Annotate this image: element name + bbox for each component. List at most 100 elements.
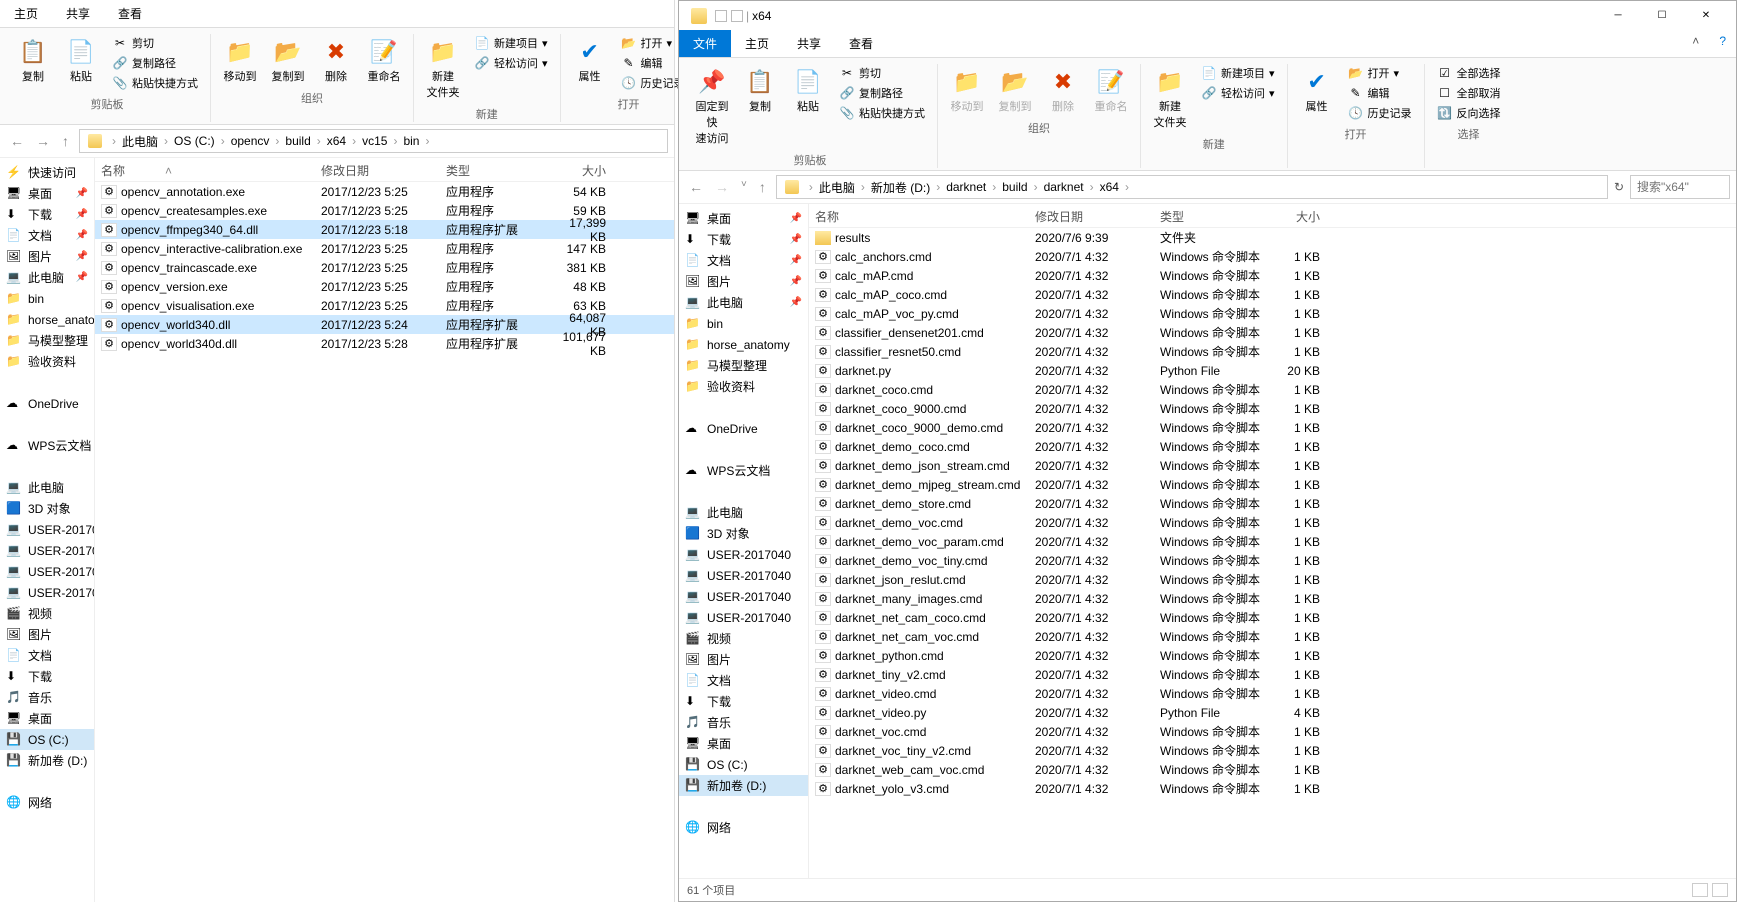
breadcrumb-segment[interactable]: vc15 [362,134,387,148]
file-row[interactable]: ⚙darknet.py2020/7/1 4:32Python File20 KB [809,361,1736,380]
history-button[interactable]: 🕓历史记录 [1344,104,1416,122]
file-row[interactable]: ⚙calc_mAP_voc_py.cmd2020/7/1 4:32Windows… [809,304,1736,323]
file-row[interactable]: ⚙darknet_coco.cmd2020/7/1 4:32Windows 命令… [809,380,1736,399]
paste-shortcut-button[interactable]: 📎粘贴快捷方式 [108,74,202,92]
column-headers[interactable]: 名称 修改日期 类型 大小 [809,204,1736,228]
sidebar-item[interactable] [0,414,94,435]
sidebar-item[interactable]: 🌐网络 [0,792,94,813]
breadcrumb-segment[interactable]: darknet [1044,180,1084,194]
tab-home[interactable]: 主页 [731,30,783,57]
open-button[interactable]: 📂打开 ▾ [1344,64,1416,82]
sidebar-item[interactable]: 💻此电脑📌 [0,267,94,288]
sidebar-item[interactable]: ☁OneDrive [0,393,94,414]
file-row[interactable]: ⚙calc_mAP.cmd2020/7/1 4:32Windows 命令脚本1 … [809,266,1736,285]
breadcrumb-segment[interactable]: bin [403,134,419,148]
pin-button[interactable]: 📌固定到快 速访问 [691,64,733,148]
sidebar-item[interactable]: 📁验收资料 [0,351,94,372]
move-to-button[interactable]: 📁移动到 [946,64,988,116]
right-sidebar[interactable]: 🖥桌面📌⬇下载📌📄文档📌🖼图片📌💻此电脑📌📁bin📁horse_anatomy📁… [679,204,809,878]
new-folder-button[interactable]: 📁新建 文件夹 [422,34,464,102]
file-row[interactable]: ⚙darknet_demo_json_stream.cmd2020/7/1 4:… [809,456,1736,475]
easy-access-button[interactable]: 🔗轻松访问 ▾ [1197,84,1279,102]
invert-select-button[interactable]: 🔃反向选择 [1433,104,1505,122]
delete-button[interactable]: ✖删除 [315,34,357,86]
file-row[interactable]: ⚙classifier_resnet50.cmd2020/7/1 4:32Win… [809,342,1736,361]
breadcrumb-segment[interactable]: darknet [946,180,986,194]
left-sidebar[interactable]: ⚡快速访问🖥桌面📌⬇下载📌📄文档📌🖼图片📌💻此电脑📌📁bin📁horse_ana… [0,158,95,902]
file-row[interactable]: ⚙opencv_annotation.exe2017/12/23 5:25应用程… [95,182,674,201]
up-button[interactable]: ↑ [58,133,73,149]
sidebar-item[interactable]: 📄文档📌 [679,250,808,271]
file-row[interactable]: ⚙darknet_demo_voc_tiny.cmd2020/7/1 4:32W… [809,551,1736,570]
file-row[interactable]: ⚙darknet_coco_9000.cmd2020/7/1 4:32Windo… [809,399,1736,418]
sidebar-item[interactable]: 💾OS (C:) [679,754,808,775]
sidebar-item[interactable]: 💻此电脑 [679,502,808,523]
file-row[interactable]: ⚙darknet_demo_voc_param.cmd2020/7/1 4:32… [809,532,1736,551]
sidebar-item[interactable] [0,372,94,393]
sidebar-item[interactable] [679,397,808,418]
sidebar-item[interactable]: 💻USER-20170403VR [0,540,94,561]
sidebar-item[interactable]: 📁bin [679,313,808,334]
sidebar-item[interactable]: 🖥桌面 [679,733,808,754]
breadcrumb-segment[interactable]: x64 [327,134,346,148]
maximize-button[interactable]: ☐ [1640,1,1684,30]
sidebar-item[interactable]: 🖥桌面📌 [0,183,94,204]
sidebar-item[interactable]: ⬇下载 [679,691,808,712]
file-row[interactable]: ⚙opencv_interactive-calibration.exe2017/… [95,239,674,258]
sidebar-item[interactable] [0,456,94,477]
sidebar-item[interactable]: ☁WPS云文档 [0,435,94,456]
file-row[interactable]: results2020/7/6 9:39文件夹 [809,228,1736,247]
file-row[interactable]: ⚙opencv_traincascade.exe2017/12/23 5:25应… [95,258,674,277]
breadcrumb[interactable]: ›此电脑›新加卷 (D:)›darknet›build›darknet›x64› [776,175,1608,199]
minimize-button[interactable]: ─ [1596,1,1640,30]
file-row[interactable]: ⚙opencv_version.exe2017/12/23 5:25应用程序48… [95,277,674,296]
tab-home[interactable]: 主页 [0,0,52,27]
sidebar-item[interactable]: 📁horse_anatomy [0,309,94,330]
tab-share[interactable]: 共享 [52,0,104,27]
properties-button[interactable]: ✔属性 [569,34,611,86]
properties-button[interactable]: ✔属性 [1296,64,1338,116]
delete-button[interactable]: ✖删除 [1042,64,1084,116]
sidebar-item[interactable]: 💻USER-2017040 [679,607,808,628]
breadcrumb-segment[interactable]: 此电脑 [122,133,158,150]
sidebar-item[interactable]: 📄文档 [679,670,808,691]
sidebar-item[interactable]: ⬇下载📌 [679,229,808,250]
copy-button[interactable]: 📋复制 [12,34,54,86]
back-button[interactable]: ← [6,133,28,149]
details-view-button[interactable] [1692,883,1708,897]
tab-share[interactable]: 共享 [783,30,835,57]
tab-file[interactable]: 文件 [679,30,731,57]
rename-button[interactable]: 📝重命名 [363,34,405,86]
breadcrumb[interactable]: ›此电脑›OS (C:)›opencv›build›x64›vc15›bin› [79,129,668,153]
file-row[interactable]: ⚙calc_anchors.cmd2020/7/1 4:32Windows 命令… [809,247,1736,266]
paste-button[interactable]: 📄粘贴 [60,34,102,86]
new-item-button[interactable]: 📄新建项目 ▾ [1197,64,1279,82]
sidebar-item[interactable] [679,439,808,460]
sidebar-item[interactable]: 🎵音乐 [0,687,94,708]
search-input[interactable] [1630,175,1730,199]
file-row[interactable]: ⚙darknet_web_cam_voc.cmd2020/7/1 4:32Win… [809,760,1736,779]
sidebar-item[interactable]: 🎵音乐 [679,712,808,733]
sidebar-item[interactable]: ⚡快速访问 [0,162,94,183]
sidebar-item[interactable]: 💻此电脑 [0,477,94,498]
sidebar-item[interactable]: 🌐网络 [679,817,808,838]
new-folder-button[interactable]: 📁新建 文件夹 [1149,64,1191,132]
paste-shortcut-button[interactable]: 📎粘贴快捷方式 [835,104,929,122]
breadcrumb-segment[interactable]: opencv [231,134,270,148]
sidebar-item[interactable]: 💻USER-20170403VR [0,582,94,603]
column-headers[interactable]: 名称˄ 修改日期 类型 大小 [95,158,674,182]
qat-icons[interactable] [687,8,743,24]
sidebar-item[interactable]: 🖼图片 [679,649,808,670]
sidebar-item[interactable]: 🖼图片📌 [0,246,94,267]
file-row[interactable]: ⚙opencv_ffmpeg340_64.dll2017/12/23 5:18应… [95,220,674,239]
file-list[interactable]: ⚙opencv_annotation.exe2017/12/23 5:25应用程… [95,182,674,902]
file-row[interactable]: ⚙darknet_net_cam_coco.cmd2020/7/1 4:32Wi… [809,608,1736,627]
file-row[interactable]: ⚙darknet_coco_9000_demo.cmd2020/7/1 4:32… [809,418,1736,437]
sidebar-item[interactable]: 🖥桌面 [0,708,94,729]
sidebar-item[interactable]: 🖼图片 [0,624,94,645]
file-list[interactable]: results2020/7/6 9:39文件夹⚙calc_anchors.cmd… [809,228,1736,878]
sidebar-item[interactable]: 🟦3D 对象 [679,523,808,544]
sidebar-item[interactable]: 🖥桌面📌 [679,208,808,229]
breadcrumb-segment[interactable]: build [1002,180,1027,194]
sidebar-item[interactable]: 🖼图片📌 [679,271,808,292]
